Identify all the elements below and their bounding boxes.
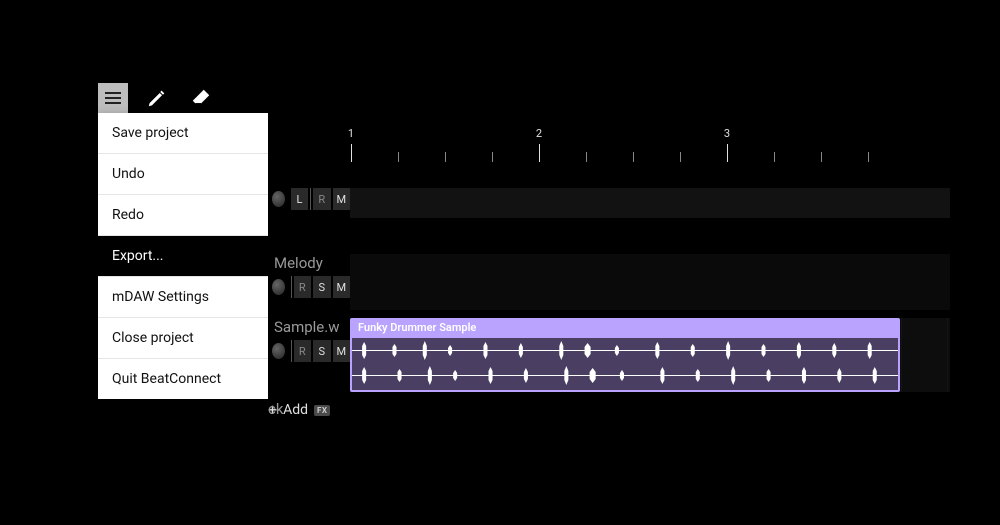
ruler-tick — [633, 152, 634, 162]
waveform-right — [352, 363, 898, 388]
track-lane-0[interactable] — [350, 188, 950, 218]
ruler-label-2: 2 — [536, 127, 542, 140]
hamburger-icon — [105, 92, 121, 104]
ruler-tick — [398, 152, 399, 162]
track-l-button[interactable]: L — [291, 188, 309, 210]
menu-mdaw-settings[interactable]: mDAW Settings — [98, 277, 268, 318]
ruler-tick — [351, 144, 352, 162]
clip-label: Funky Drummer Sample — [352, 320, 898, 338]
pan-knob[interactable] — [272, 279, 285, 295]
track-row-0: L R M — [268, 188, 950, 218]
divider — [291, 276, 292, 298]
truncated-text: ck — [268, 400, 283, 418]
track-lane-sample[interactable]: Funky Drummer Sample — [350, 318, 950, 392]
pencil-icon — [146, 87, 168, 109]
track-name-label: Melody — [268, 254, 350, 276]
ruler-tick — [868, 152, 869, 162]
track-header-melody: Melody R S M — [268, 254, 350, 310]
track-r-button[interactable]: R — [313, 188, 331, 210]
ruler-tick — [586, 152, 587, 162]
menu-button[interactable] — [98, 83, 128, 113]
track-header-sample: Sample.w R S M — [268, 318, 350, 392]
fx-chip[interactable]: FX — [314, 405, 330, 416]
add-track-row: + Add FX — [268, 400, 950, 422]
track-solo-button[interactable]: S — [313, 340, 331, 362]
track-record-button[interactable]: R — [294, 276, 312, 298]
ruler-tick — [445, 152, 446, 162]
menu-export[interactable]: Export... — [98, 236, 268, 277]
pan-knob[interactable] — [272, 343, 285, 359]
menu-close-project[interactable]: Close project — [98, 318, 268, 359]
menu-redo[interactable]: Redo — [98, 195, 268, 236]
pencil-tool-button[interactable] — [142, 83, 172, 113]
ruler-tick — [492, 152, 493, 162]
ruler-tick — [539, 144, 540, 162]
track-header-0: L R M — [268, 188, 350, 218]
ruler-tick — [774, 152, 775, 162]
pan-knob[interactable] — [272, 191, 285, 207]
menu-quit[interactable]: Quit BeatConnect — [98, 359, 268, 399]
main-menu: Save project Undo Redo Export... mDAW Se… — [98, 113, 268, 399]
ruler-label-3: 3 — [724, 127, 730, 140]
track-mute-button[interactable]: M — [333, 340, 351, 362]
track-record-button[interactable]: R — [294, 340, 312, 362]
waveform-left — [352, 338, 898, 363]
add-track-button[interactable]: Add — [283, 402, 308, 418]
eraser-icon — [190, 87, 212, 109]
track-mute-button[interactable]: M — [333, 276, 351, 298]
timeline-ruler[interactable]: 1 2 3 — [350, 124, 950, 162]
ruler-tick — [727, 144, 728, 162]
track-row-melody: Melody R S M — [268, 254, 950, 310]
ruler-label-1: 1 — [348, 127, 354, 140]
track-name-label: Sample.w — [268, 318, 350, 340]
menu-undo[interactable]: Undo — [98, 154, 268, 195]
eraser-tool-button[interactable] — [186, 83, 216, 113]
tracks-panel: L R M Melody R S M Sample.w — [268, 188, 950, 430]
divider — [291, 340, 292, 362]
top-toolbar — [98, 83, 216, 113]
track-lane-melody[interactable] — [350, 254, 950, 310]
ruler-tick — [680, 152, 681, 162]
audio-clip[interactable]: Funky Drummer Sample — [350, 318, 900, 392]
track-solo-button[interactable]: S — [313, 276, 331, 298]
ruler-tick — [821, 152, 822, 162]
track-row-sample: Sample.w R S M Funky Drummer Sample — [268, 318, 950, 392]
track-mute-button[interactable]: M — [333, 188, 351, 210]
menu-save-project[interactable]: Save project — [98, 113, 268, 154]
divider — [310, 188, 311, 210]
